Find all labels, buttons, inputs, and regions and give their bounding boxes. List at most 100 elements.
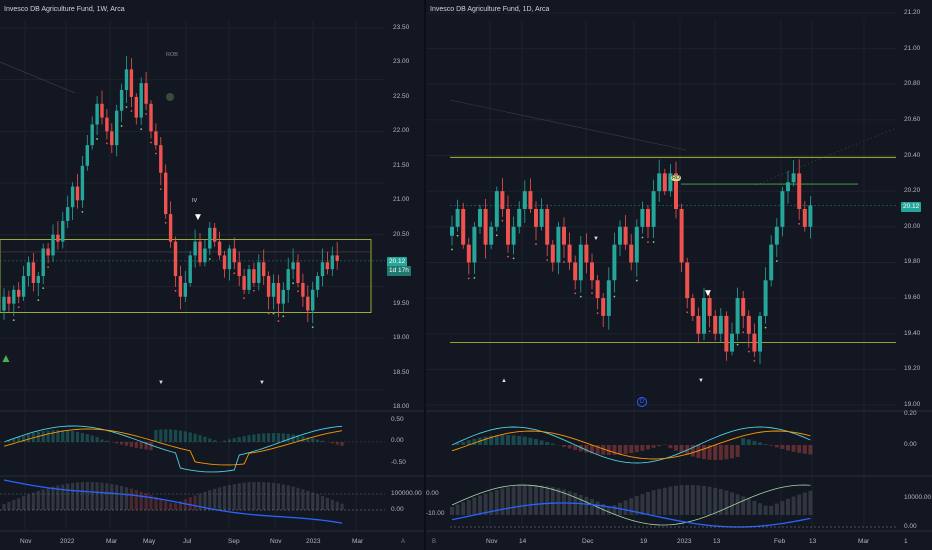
candle-body (634, 226, 639, 263)
macd-tick-label: 0.20 (904, 410, 917, 417)
right-chart-pane[interactable]: Invesco DB Agriculture Fund, 1D, Arca 21… (426, 0, 932, 550)
left-chart-canvas[interactable] (0, 0, 424, 550)
macd-histogram-bar (75, 431, 80, 442)
right-corner-label[interactable]: B (432, 539, 436, 545)
signal-dot (467, 277, 470, 280)
signal-dot (535, 243, 537, 246)
macd-histogram-bar (472, 438, 477, 445)
candle-body (802, 209, 807, 227)
volume-bar (276, 483, 280, 510)
signal-dot (297, 290, 299, 293)
volume-bar (511, 486, 516, 515)
volume-bar (134, 490, 138, 510)
macd-histogram-bar (311, 438, 315, 442)
volume-bar (120, 485, 124, 510)
signal-dot (233, 272, 236, 275)
candle-body (646, 209, 650, 227)
volume-bar (124, 487, 129, 510)
candle-body (183, 282, 187, 297)
macd-histogram-bar (584, 445, 589, 453)
macd-histogram-bar (735, 445, 740, 457)
right-last-price-badge: 20.12 (901, 202, 922, 212)
candle-body (154, 131, 158, 146)
candle-body (623, 226, 628, 245)
candle-body (612, 244, 617, 281)
macd-histogram-bar (500, 435, 505, 445)
time-tick-label: Feb (774, 538, 786, 545)
candle-body (252, 269, 256, 283)
candle-body (320, 262, 325, 277)
volume-bar (478, 495, 482, 515)
volume-bar (306, 490, 310, 510)
candle-body (188, 255, 192, 283)
macd-histogram-bar (763, 444, 768, 445)
signal-dot (747, 350, 750, 353)
left-event-marker-icon: ▼ (158, 380, 164, 386)
macd-histogram-bar (276, 433, 280, 442)
candle-body (606, 280, 611, 316)
volume-bar (247, 482, 251, 510)
price-tick-label: 20.80 (904, 80, 921, 88)
signal-dot (159, 188, 162, 191)
candle-body (718, 315, 723, 334)
price-tick-label: 21.00 (904, 44, 921, 52)
candle-body (786, 182, 790, 192)
macd-histogram-bar (164, 429, 168, 442)
right-rd-label: RD (671, 175, 681, 181)
macd-histogram-bar (724, 445, 729, 460)
time-tick-label: Jul (183, 538, 192, 545)
macd-histogram-bar (262, 433, 266, 442)
signal-dot (775, 260, 778, 262)
candle-body (110, 131, 114, 146)
macd-histogram-bar (646, 445, 650, 450)
volume-bar (41, 489, 45, 510)
candle-body (208, 227, 212, 249)
signal-dot (652, 241, 655, 243)
volume-bar (169, 502, 173, 510)
macd-histogram-bar (134, 442, 138, 448)
candle-body (573, 262, 578, 281)
candle-body (7, 296, 11, 304)
macd-histogram-bar (483, 436, 488, 445)
macd-histogram-bar (61, 430, 65, 442)
volume-bar (144, 493, 148, 510)
candle-body (472, 226, 477, 263)
signal-dot (574, 292, 577, 295)
candle-body (808, 205, 813, 227)
candle-body (178, 276, 183, 297)
left-corner-label[interactable]: A (401, 539, 405, 545)
signal-dot (47, 266, 49, 269)
macd-histogram-bar (242, 436, 246, 442)
signal-dot (798, 222, 801, 225)
macd-histogram-bar (618, 445, 622, 455)
volume-bar (450, 507, 454, 515)
volume-bar (679, 485, 684, 515)
time-tick-label: 14 (519, 538, 527, 545)
candle-body (595, 280, 600, 299)
candle-body (534, 209, 538, 227)
time-tick-label: 2023 (306, 538, 321, 545)
signal-dot (456, 234, 459, 237)
volume-bar (330, 499, 334, 510)
candle-body (629, 244, 634, 263)
price-tick-label: 22.50 (393, 93, 410, 100)
signal-dot (208, 258, 211, 260)
right-event-badge[interactable]: D (637, 397, 647, 407)
macd-histogram-bar (741, 438, 746, 445)
candle-body (149, 103, 153, 132)
candle-body (730, 333, 734, 352)
volume-bar (159, 498, 163, 510)
price-tick-label: 19.40 (904, 329, 921, 337)
volume-bar (17, 498, 21, 510)
macd-histogram-bar (203, 436, 207, 442)
candle-body (455, 209, 460, 227)
macd-histogram-bar (159, 429, 163, 442)
candle-body (164, 172, 168, 215)
volume-bar (752, 500, 757, 515)
left-chart-pane[interactable]: Invesco DB Agriculture Fund, 1W, Arca 23… (0, 0, 424, 550)
macd-histogram-bar (534, 439, 538, 445)
volume-bar (100, 482, 104, 510)
macd-histogram-bar (634, 445, 639, 453)
time-tick-label: 1 (904, 538, 908, 545)
right-chart-canvas[interactable] (426, 0, 932, 550)
